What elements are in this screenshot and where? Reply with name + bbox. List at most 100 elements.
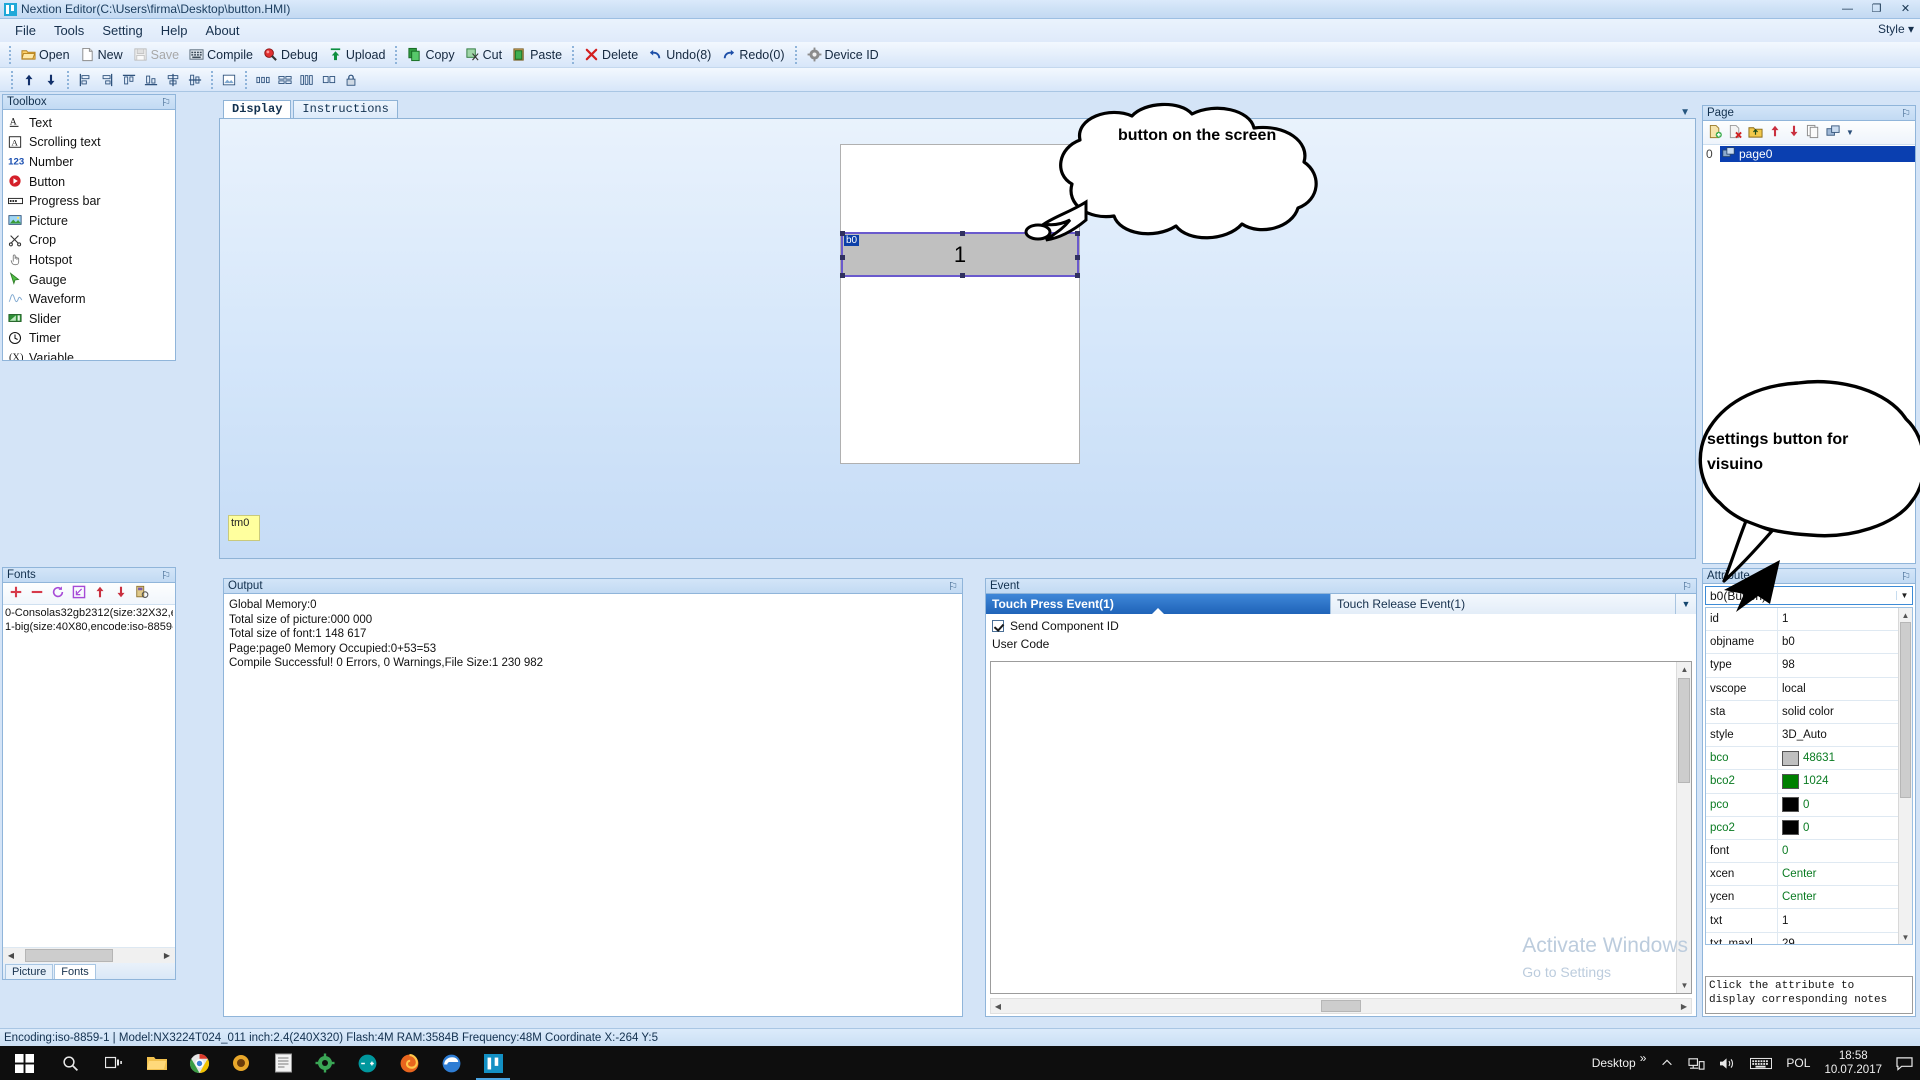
align-top-icon[interactable] [118, 70, 139, 90]
menu-item-tools[interactable]: Tools [45, 21, 93, 40]
taskbar-app-edge[interactable] [430, 1046, 472, 1080]
resize-handle[interactable] [1075, 254, 1080, 260]
copy-button[interactable]: Copy [402, 44, 459, 65]
attribute-row-txt[interactable]: txt 1 [1706, 909, 1912, 933]
page-item-selected[interactable]: page0 [1720, 145, 1915, 162]
resize-handle[interactable] [1075, 273, 1080, 278]
attribute-row-id[interactable]: id 1 [1706, 608, 1912, 632]
upload-button[interactable]: Upload [323, 44, 391, 65]
move-up-icon[interactable] [18, 70, 39, 90]
taskbar-clock[interactable]: 18:58 10.07.2017 [1817, 1046, 1889, 1080]
toolbox-item-number[interactable]: 123 Number [3, 152, 175, 172]
send-component-id-row[interactable]: Send Component ID [986, 614, 1696, 635]
move-up-icon[interactable] [1768, 124, 1782, 141]
align-right-icon[interactable] [96, 70, 117, 90]
move-up-icon[interactable] [93, 585, 107, 602]
taskbar-app-file-explorer[interactable] [136, 1046, 178, 1080]
delete-page-icon[interactable] [1728, 124, 1743, 142]
taskbar-app-icon-yellow[interactable] [220, 1046, 262, 1080]
scroll-up-icon[interactable]: ▲ [1677, 662, 1692, 677]
attribute-value-wrap[interactable]: 0 [1778, 820, 1912, 836]
attribute-value-wrap[interactable]: 1024 [1778, 773, 1912, 789]
attribute-value-wrap[interactable]: 48631 [1778, 750, 1912, 766]
attribute-value[interactable]: 1 [1778, 915, 1912, 927]
add-font-icon[interactable] [9, 585, 23, 602]
attribute-value[interactable]: 29 [1778, 938, 1912, 944]
attribute-value-wrap[interactable]: 0 [1778, 797, 1912, 813]
compile-button[interactable]: Compile [184, 44, 258, 65]
taskbar-app-chrome[interactable] [178, 1046, 220, 1080]
task-view-icon[interactable] [92, 1046, 136, 1080]
attribute-grid[interactable]: id 1 objname b0 type 98 vscope local sta [1705, 607, 1913, 945]
scroll-left-icon[interactable]: ◀ [991, 1002, 1005, 1011]
toolbox-item-timer[interactable]: Timer [3, 329, 175, 349]
code-horizontal-scrollbar[interactable]: ◀ ▶ [990, 998, 1692, 1014]
font-generator-icon[interactable] [135, 585, 149, 602]
toolbox-item-slider[interactable]: Slider [3, 309, 175, 329]
move-down-icon[interactable] [114, 585, 128, 602]
scrollbar-thumb[interactable] [25, 949, 113, 962]
menu-item-file[interactable]: File [6, 21, 45, 40]
align-center-v-icon[interactable] [184, 70, 205, 90]
style-menu-button[interactable]: Style ▾ [1878, 22, 1914, 36]
attribute-value[interactable]: local [1778, 683, 1912, 695]
resize-handle[interactable] [1075, 231, 1080, 236]
resize-handle[interactable] [960, 273, 965, 278]
scroll-down-icon[interactable]: ▼ [1899, 930, 1912, 944]
refresh-icon[interactable] [51, 585, 65, 602]
undo-button[interactable]: Undo(8) [643, 44, 716, 65]
tray-overflow-icon[interactable]: » [1640, 1051, 1647, 1065]
scroll-down-icon[interactable]: ▼ [1677, 978, 1692, 993]
scroll-right-icon[interactable]: ▶ [1677, 1002, 1691, 1011]
keyboard-icon[interactable] [1743, 1046, 1779, 1080]
user-code-editor[interactable]: ▲ ▼ [990, 661, 1692, 994]
attribute-row-font[interactable]: font 0 [1706, 839, 1912, 864]
align-left-icon[interactable] [74, 70, 95, 90]
tab-instructions[interactable]: Instructions [293, 100, 398, 118]
attribute-object-selector[interactable]: b0(Button) ▼ [1705, 586, 1913, 605]
close-button[interactable]: ✕ [1891, 0, 1920, 18]
attribute-value[interactable]: 98 [1778, 659, 1912, 671]
code-vertical-scrollbar[interactable]: ▲ ▼ [1676, 662, 1691, 993]
menu-item-about[interactable]: About [197, 21, 249, 40]
toolbox-item-hotspot[interactable]: Hotspot [3, 250, 175, 270]
attribute-value[interactable]: 0 [1778, 845, 1912, 857]
image-icon[interactable] [218, 70, 239, 90]
edit-font-icon[interactable] [72, 585, 86, 602]
attribute-value[interactable]: 3D_Auto [1778, 729, 1912, 741]
pin-icon[interactable]: ⚐ [1901, 107, 1911, 120]
start-icon[interactable] [0, 1046, 48, 1080]
device-screen[interactable]: b0 1 [840, 144, 1080, 464]
color-swatch[interactable] [1782, 797, 1799, 813]
attribute-value[interactable]: Center [1778, 868, 1912, 880]
align-bottom-icon[interactable] [140, 70, 161, 90]
font-list-item[interactable]: 0-Consolas32gb2312(size:32X32,encode:gb [5, 606, 173, 620]
attribute-value[interactable]: Center [1778, 891, 1912, 903]
copy-page-icon[interactable] [1806, 124, 1821, 142]
attribute-row-bco[interactable]: bco 48631 [1706, 747, 1912, 771]
resize-handle[interactable] [840, 231, 845, 236]
delete-button[interactable]: Delete [579, 44, 643, 65]
volume-icon[interactable] [1712, 1046, 1743, 1080]
attribute-row-pco2[interactable]: pco2 0 [1706, 816, 1912, 840]
taskbar-app-arduino[interactable] [346, 1046, 388, 1080]
attribute-row-style[interactable]: style 3D_Auto [1706, 723, 1912, 748]
notification-icon[interactable] [1889, 1046, 1920, 1080]
tab-picture[interactable]: Picture [5, 964, 54, 979]
scrollbar-thumb[interactable] [1678, 678, 1690, 783]
pin-icon[interactable]: ⚐ [948, 580, 958, 593]
attribute-value[interactable]: 1 [1778, 613, 1912, 625]
color-swatch[interactable] [1782, 773, 1799, 789]
toolbox-item-progress-bar[interactable]: Progress bar [3, 191, 175, 211]
cut-button[interactable]: Cut [460, 44, 507, 65]
attribute-row-type[interactable]: type 98 [1706, 654, 1912, 678]
scrollbar-thumb[interactable] [1321, 1000, 1361, 1012]
pin-icon[interactable]: ⚐ [1682, 580, 1692, 593]
open-button[interactable]: Open [16, 44, 75, 65]
toolbox-item-button[interactable]: Button [3, 172, 175, 192]
add-page-icon[interactable] [1708, 124, 1723, 142]
attribute-row-txt-maxl[interactable]: txt_maxl 29 [1706, 932, 1912, 944]
move-down-icon[interactable] [1787, 124, 1801, 141]
same-size-icon[interactable] [318, 70, 339, 90]
color-swatch[interactable] [1782, 820, 1799, 836]
